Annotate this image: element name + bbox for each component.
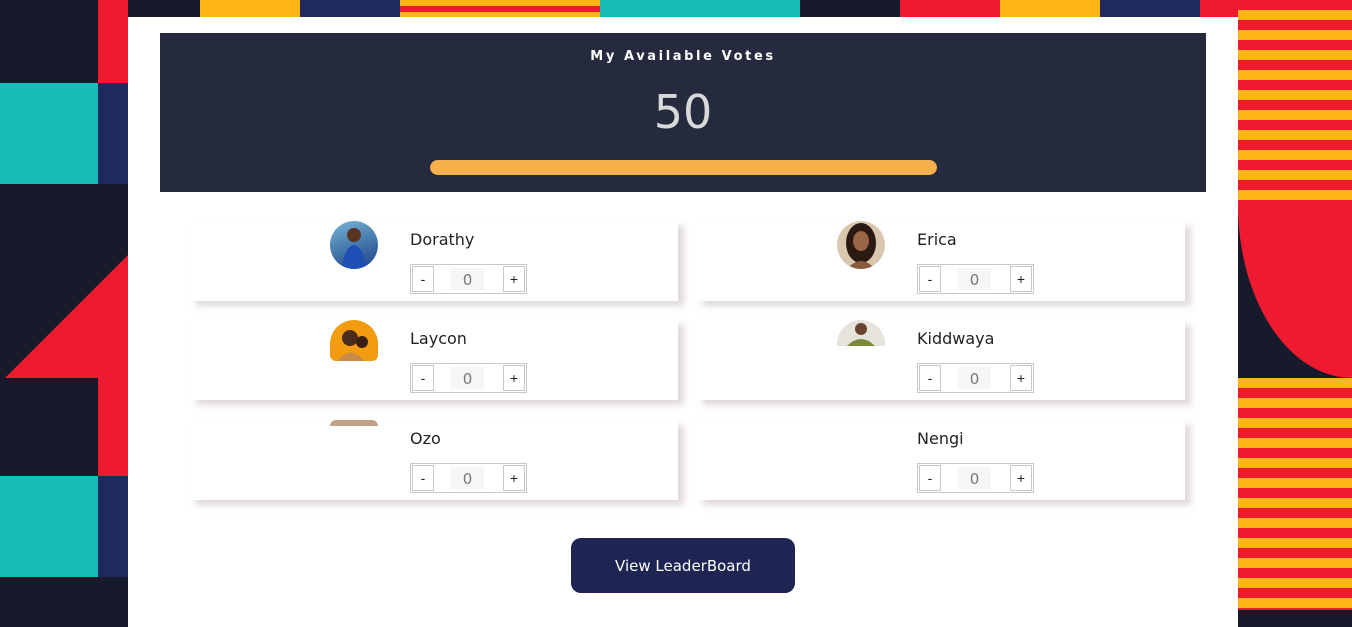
contestant-name: Nengi xyxy=(917,429,964,448)
decrement-button[interactable]: - xyxy=(919,266,941,292)
decrement-button[interactable]: - xyxy=(412,266,434,292)
votes-progress-fill xyxy=(430,160,937,175)
kiddwaya-avatar xyxy=(837,320,885,346)
view-leaderboard-button[interactable]: View LeaderBoard xyxy=(571,538,795,593)
votes-progress-bar xyxy=(430,160,937,175)
votes-title: My Available Votes xyxy=(590,49,776,64)
vote-stepper: - 0 + xyxy=(410,264,527,294)
vote-quantity[interactable]: 0 xyxy=(958,467,991,489)
contestant-card-erica: Erica - 0 + xyxy=(697,221,1185,301)
contestant-name: Erica xyxy=(917,230,957,249)
vote-stepper: - 0 + xyxy=(917,463,1034,493)
vote-stepper: - 0 + xyxy=(410,363,527,393)
dorathy-avatar xyxy=(330,221,378,269)
decrement-button[interactable]: - xyxy=(919,365,941,391)
increment-button[interactable]: + xyxy=(1010,365,1032,391)
vote-stepper: - 0 + xyxy=(917,264,1034,294)
available-votes-header: My Available Votes 50 xyxy=(160,33,1206,192)
contestant-card-nengi: Nengi - 0 + xyxy=(697,420,1185,500)
laycon-avatar xyxy=(330,320,378,361)
voting-panel: My Available Votes 50 Dorathy - 0 + Eric… xyxy=(128,17,1238,627)
vote-quantity[interactable]: 0 xyxy=(451,367,484,389)
increment-button[interactable]: + xyxy=(503,266,525,292)
contestant-name: Dorathy xyxy=(410,230,475,249)
decrement-button[interactable]: - xyxy=(412,465,434,491)
decrement-button[interactable]: - xyxy=(919,465,941,491)
contestant-name: Ozo xyxy=(410,429,441,448)
contestant-name: Kiddwaya xyxy=(917,329,995,348)
vote-stepper: - 0 + xyxy=(917,363,1034,393)
increment-button[interactable]: + xyxy=(1010,266,1032,292)
contestant-card-laycon: Laycon - 0 + xyxy=(190,320,678,400)
votes-count: 50 xyxy=(653,85,713,139)
increment-button[interactable]: + xyxy=(503,465,525,491)
vote-quantity[interactable]: 0 xyxy=(958,367,991,389)
vote-quantity[interactable]: 0 xyxy=(451,467,484,489)
ozo-avatar xyxy=(330,420,378,426)
contestant-card-ozo: Ozo - 0 + xyxy=(190,420,678,500)
contestant-name: Laycon xyxy=(410,329,467,348)
erica-avatar xyxy=(837,221,885,269)
increment-button[interactable]: + xyxy=(503,365,525,391)
decrement-button[interactable]: - xyxy=(412,365,434,391)
increment-button[interactable]: + xyxy=(1010,465,1032,491)
vote-stepper: - 0 + xyxy=(410,463,527,493)
contestant-card-kiddwaya: Kiddwaya - 0 + xyxy=(697,320,1185,400)
contestant-card-dorathy: Dorathy - 0 + xyxy=(190,221,678,301)
vote-quantity[interactable]: 0 xyxy=(958,268,991,290)
vote-quantity[interactable]: 0 xyxy=(451,268,484,290)
